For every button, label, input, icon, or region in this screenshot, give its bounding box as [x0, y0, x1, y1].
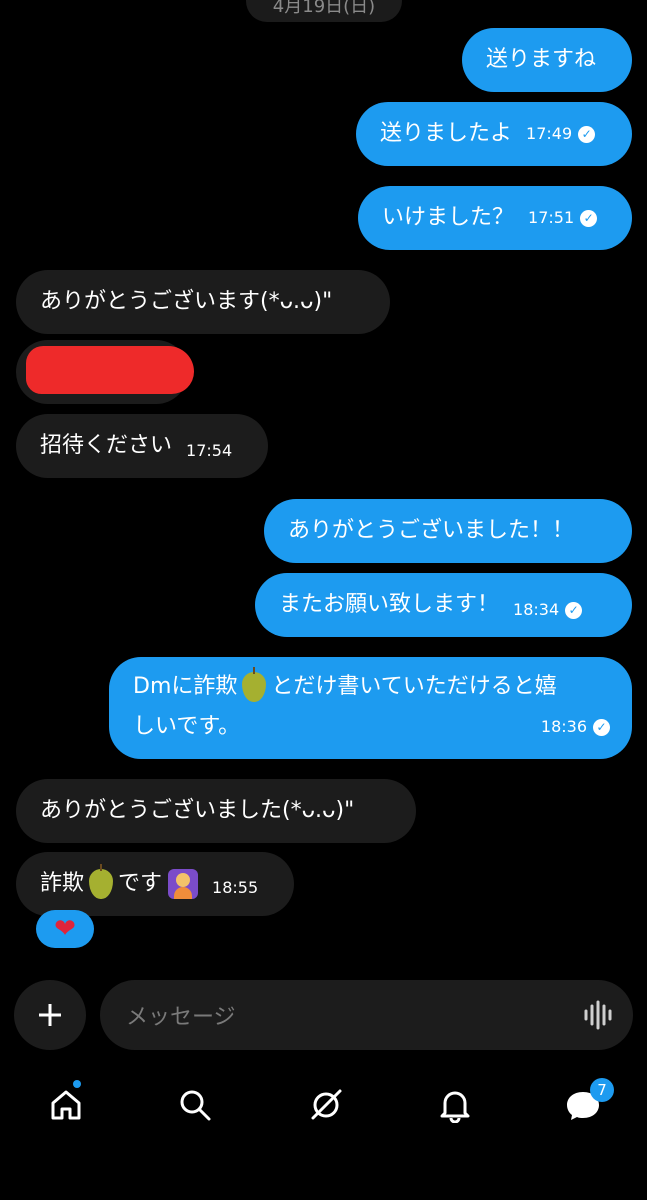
message-text: ありがとうございます(*ᴗ.ᴗ)" — [40, 289, 333, 314]
message-text: ありがとうございました(*ᴗ.ᴗ)" — [40, 798, 355, 823]
message-time: 17:49 — [526, 124, 573, 143]
read-check-icon: ✓ — [580, 209, 598, 227]
pear-emoji-icon — [89, 864, 114, 899]
message-text: 送りましたよ — [380, 121, 513, 146]
voice-message-icon[interactable] — [583, 1000, 615, 1030]
incoming-message[interactable]: ありがとうございました(*ᴗ.ᴗ)" — [16, 779, 416, 843]
redaction-mark — [26, 346, 194, 394]
message-placeholder: メッセージ — [126, 1005, 236, 1030]
read-check-icon: ✓ — [578, 125, 596, 143]
message-text: Dmに詐欺 — [133, 674, 238, 699]
read-check-icon: ✓ — [565, 601, 583, 619]
outgoing-message[interactable]: ありがとうございました！！ — [264, 499, 632, 563]
search-tab[interactable] — [174, 1084, 216, 1126]
message-text: です — [118, 871, 163, 896]
add-attachment-button[interactable] — [14, 980, 86, 1050]
message-text: 詐欺 — [40, 871, 85, 896]
incoming-message[interactable]: 詐欺 です 18:55 — [16, 852, 294, 916]
home-icon — [51, 1090, 81, 1120]
outgoing-message[interactable]: Dmに詐欺 とだけ書いていただけると嬉 しいです。 18:36 ✓ — [109, 657, 632, 759]
home-tab[interactable] — [45, 1084, 87, 1126]
message-text: いけました？ — [382, 205, 515, 230]
messages-badge: 7 — [590, 1078, 614, 1102]
bell-icon — [440, 1091, 470, 1123]
message-text: しいです。 — [133, 714, 241, 739]
heart-reaction[interactable]: ❤ — [36, 910, 94, 948]
outgoing-message[interactable]: 送りますね — [462, 28, 632, 92]
grok-tab[interactable] — [305, 1084, 347, 1126]
message-time: 17:51 — [528, 208, 575, 227]
search-icon — [180, 1090, 211, 1121]
bottom-navigation — [0, 1068, 647, 1148]
message-time: 17:54 — [186, 441, 233, 460]
plus-icon — [39, 1004, 61, 1026]
message-text: とだけ書いていただけると嬉 — [271, 674, 557, 699]
message-input[interactable]: メッセージ — [100, 980, 633, 1050]
outgoing-message[interactable]: またお願い致します！ 18:34 ✓ — [255, 573, 632, 637]
outgoing-message[interactable]: 送りましたよ 17:49 ✓ — [356, 102, 632, 166]
message-time: 18:34 — [513, 600, 560, 619]
message-text: 招待ください — [40, 433, 173, 458]
pear-emoji-icon — [242, 667, 267, 702]
home-notification-dot — [73, 1080, 81, 1088]
incoming-message[interactable]: ありがとうございます(*ᴗ.ᴗ)" — [16, 270, 390, 334]
message-text: またお願い致します！ — [279, 592, 500, 617]
date-separator: 4月19日(日) — [246, 0, 402, 22]
message-text: 送りますね — [486, 47, 597, 72]
message-text: ありがとうございました！！ — [288, 518, 575, 543]
incoming-message[interactable]: 招待ください 17:54 — [16, 414, 268, 478]
notifications-tab[interactable] — [434, 1084, 476, 1126]
outgoing-message[interactable]: いけました？ 17:51 ✓ — [358, 186, 632, 250]
person-raising-hand-emoji-icon — [168, 869, 199, 899]
message-time: 18:36 — [540, 717, 587, 736]
read-check-icon: ✓ — [593, 718, 610, 736]
grok-icon — [311, 1089, 342, 1120]
message-time: 18:55 — [212, 878, 259, 897]
